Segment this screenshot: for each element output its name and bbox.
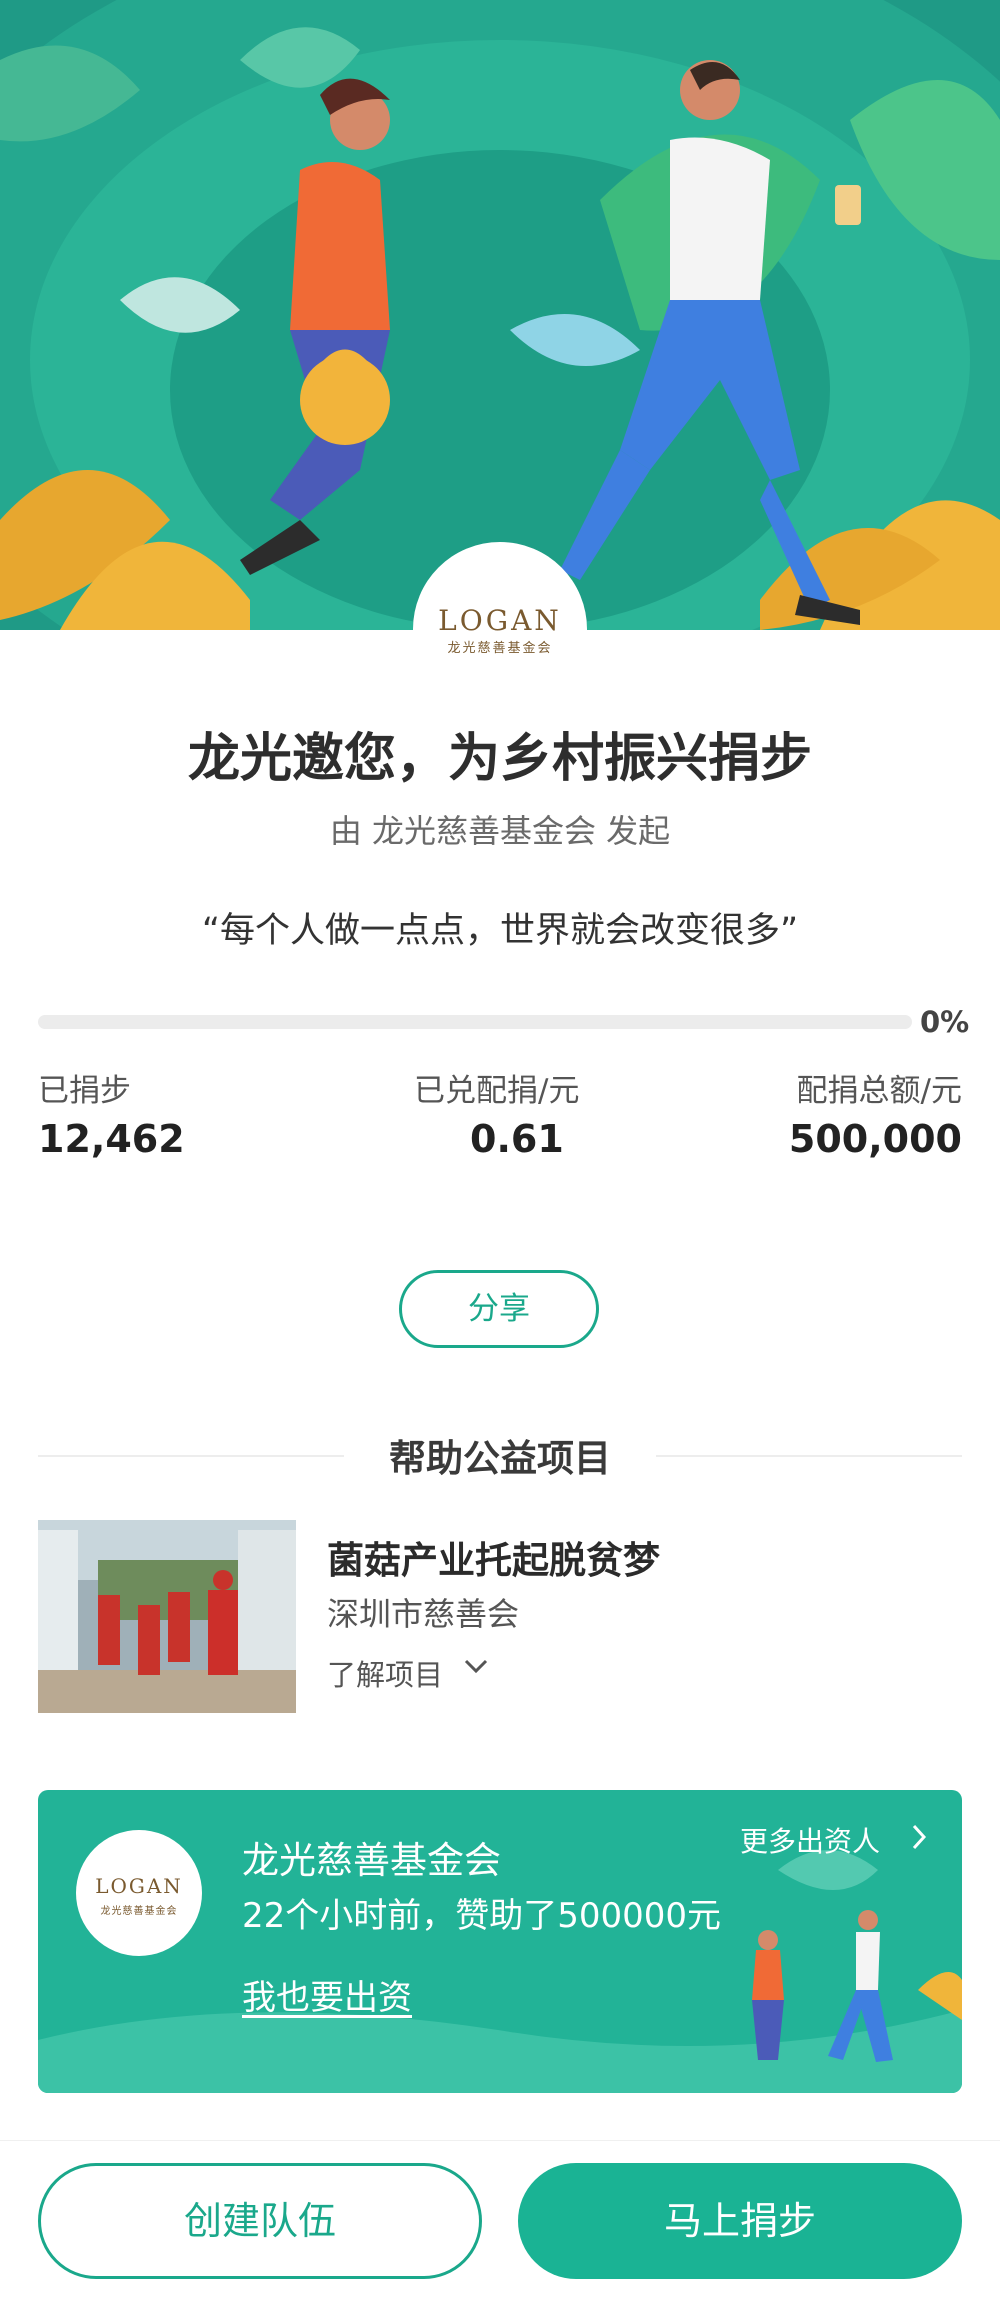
chevron-down-icon[interactable] bbox=[462, 1652, 490, 1680]
fund-too-link[interactable]: 我也要出资 bbox=[242, 1970, 412, 2019]
campaign-quote: “每个人做一点点，世界就会改变很多” bbox=[201, 911, 799, 951]
donate-steps-button[interactable]: 马上捐步 bbox=[518, 2163, 962, 2279]
project-image[interactable] bbox=[38, 1520, 296, 1713]
share-button[interactable]: 分享 bbox=[399, 1270, 599, 1348]
project-organization: 深圳市慈善会 bbox=[327, 1595, 520, 1633]
stat-label-redeemed: 已兑配捐/元 bbox=[414, 1073, 580, 1109]
sponsor-description: 22个小时前，赞助了500000元 bbox=[242, 1896, 722, 1936]
stat-label-total: 配捐总额/元 bbox=[796, 1073, 962, 1109]
stat-value-steps: 12,462 bbox=[38, 1117, 185, 1161]
sponsor-logo-subtext: 龙光慈善基金会 bbox=[100, 1906, 178, 1917]
create-team-button[interactable]: 创建队伍 bbox=[38, 2163, 482, 2279]
chevron-right-icon[interactable] bbox=[906, 1820, 932, 1854]
stat-label-steps: 已捐步 bbox=[38, 1073, 131, 1109]
progress-percent: 0% bbox=[920, 1005, 970, 1039]
hero-illustration bbox=[0, 0, 1000, 630]
stat-value-redeemed: 0.61 bbox=[470, 1117, 564, 1161]
campaign-title: 龙光邀您，为乡村振兴捐步 bbox=[187, 729, 812, 789]
project-name[interactable]: 菌菇产业托起脱贫梦 bbox=[327, 1530, 660, 1584]
section-title: 帮助公益项目 bbox=[389, 1437, 611, 1480]
donation-progress-bar bbox=[38, 1015, 912, 1029]
sponsor-name: 龙光慈善基金会 bbox=[242, 1839, 501, 1882]
campaign-subtitle: 由 龙光慈善基金会 发起 bbox=[329, 812, 671, 850]
more-sponsors-link[interactable]: 更多出资人 bbox=[740, 1820, 880, 1860]
logo-wordmark: LOGAN bbox=[438, 604, 562, 637]
hero-banner bbox=[0, 0, 1000, 630]
project-more-link[interactable]: 了解项目 bbox=[327, 1652, 443, 1694]
sponsor-logo-wordmark: LOGAN bbox=[95, 1874, 183, 1898]
logo-subtext: 龙光慈善基金会 bbox=[447, 641, 553, 656]
sponsor-card: LOGAN 龙光慈善基金会 龙光慈善基金会 22个小时前，赞助了500000元 … bbox=[38, 1790, 962, 2093]
stat-value-total: 500,000 bbox=[788, 1117, 962, 1161]
